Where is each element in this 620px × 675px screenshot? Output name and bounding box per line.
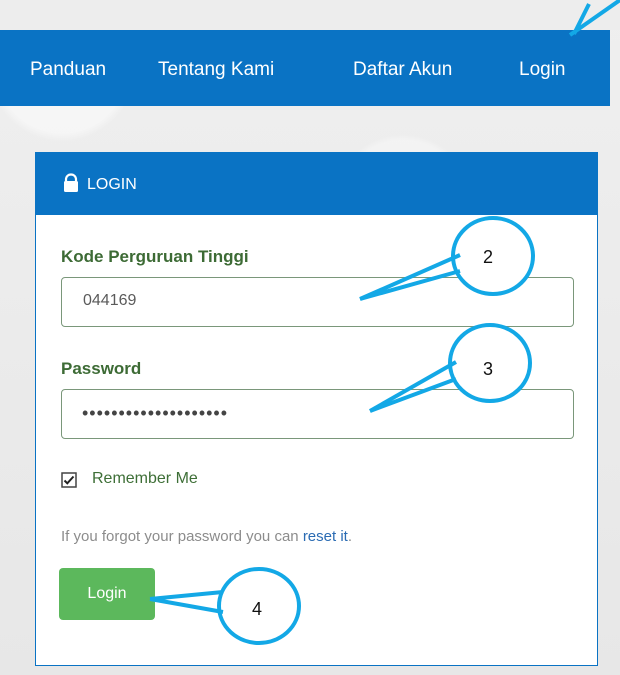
lock-icon xyxy=(64,173,78,192)
kode-value: 044169 xyxy=(83,292,137,309)
login-panel: LOGIN Kode Perguruan Tinggi 044169 Passw… xyxy=(35,152,598,666)
forgot-password-prefix: If you forgot your password you can xyxy=(61,528,299,545)
login-button[interactable]: Login xyxy=(59,568,155,620)
checkbox-icon[interactable] xyxy=(61,472,77,488)
top-strip xyxy=(0,0,620,30)
password-label: Password xyxy=(61,359,142,378)
reset-password-link[interactable]: reset it xyxy=(303,528,348,545)
forgot-password-suffix: . xyxy=(347,528,352,545)
nav-daftar-akun[interactable]: Daftar Akun xyxy=(353,60,452,79)
nav-login[interactable]: Login xyxy=(519,60,566,79)
forgot-password-text: If you forgot your password you can rese… xyxy=(61,529,352,544)
callout-number-3: 3 xyxy=(483,359,494,379)
kode-label: Kode Perguruan Tinggi xyxy=(61,247,249,266)
nav-panduan[interactable]: Panduan xyxy=(30,60,106,79)
kode-field[interactable]: 044169 xyxy=(61,277,574,327)
callout-number-4: 4 xyxy=(252,599,263,619)
top-navbar: Panduan Tentang Kami Daftar Akun Login xyxy=(0,30,610,106)
password-field[interactable]: •••••••••••••••••••• xyxy=(61,389,574,439)
login-panel-header: LOGIN xyxy=(36,153,597,215)
nav-tentang-kami[interactable]: Tentang Kami xyxy=(158,60,274,79)
remember-me-label: Remember Me xyxy=(92,470,198,487)
callout-number-2: 2 xyxy=(483,247,494,267)
login-panel-title: LOGIN xyxy=(87,176,137,193)
password-value: •••••••••••••••••••• xyxy=(82,403,229,423)
